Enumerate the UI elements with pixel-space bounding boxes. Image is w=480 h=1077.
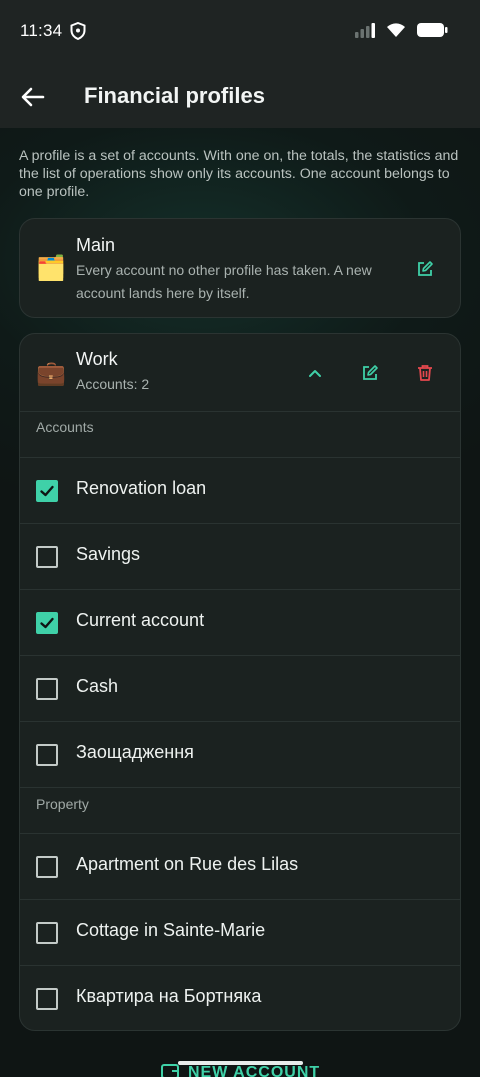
account-label: Renovation loan xyxy=(76,478,207,498)
folder-icon: 🗂️ xyxy=(36,255,66,282)
edit-icon[interactable] xyxy=(356,359,384,387)
trash-icon[interactable] xyxy=(411,359,439,387)
account-row[interactable]: Квартира на Бортняка xyxy=(20,965,460,1030)
profile-card-main[interactable]: 🗂️ Main Every account no other profile h… xyxy=(19,218,461,318)
account-label: Cottage in Sainte-Marie xyxy=(76,920,266,940)
chevron-up-icon[interactable] xyxy=(301,359,329,387)
home-indicator[interactable] xyxy=(178,1061,303,1065)
account-label: Current account xyxy=(76,610,205,630)
profile-account-count: Accounts: 2 xyxy=(76,376,150,392)
status-bar: 11:34 xyxy=(0,0,480,62)
screen: 11:34 Financial profiles A profile is a … xyxy=(0,0,480,1077)
edit-icon[interactable] xyxy=(411,255,439,283)
shield-icon xyxy=(70,21,86,41)
intro-text: A profile is a set of accounts. With one… xyxy=(19,148,459,200)
section-label-accounts: Accounts xyxy=(36,419,94,435)
battery-icon xyxy=(416,22,448,43)
app-bar: Financial profiles xyxy=(0,62,480,128)
account-row[interactable]: Cottage in Sainte-Marie xyxy=(20,899,460,965)
divider xyxy=(20,787,460,788)
page-title: Financial profiles xyxy=(84,83,265,108)
account-row[interactable]: Apartment on Rue des Lilas xyxy=(20,833,460,899)
account-row[interactable]: Renovation loan xyxy=(20,457,460,523)
account-label: Apartment on Rue des Lilas xyxy=(76,854,299,874)
profile-description: Every account no other profile has taken… xyxy=(76,262,372,301)
wifi-icon xyxy=(386,22,406,43)
account-row[interactable]: Cash xyxy=(20,655,460,721)
back-arrow-icon[interactable] xyxy=(18,82,48,112)
status-time: 11:34 xyxy=(20,21,63,40)
account-label: Квартира на Бортняка xyxy=(76,986,262,1006)
new-account-label: NEW ACCOUNT xyxy=(188,1064,321,1077)
profile-name: Work xyxy=(76,349,118,369)
divider xyxy=(20,411,460,412)
account-label: Savings xyxy=(76,544,141,564)
status-icons xyxy=(354,22,448,43)
profile-card-work: 💼 Work Accounts: 2 Accounts Renovation l… xyxy=(19,333,461,1031)
checkbox-unchecked[interactable] xyxy=(36,856,58,878)
section-label-property: Property xyxy=(36,796,89,812)
checkbox-checked[interactable] xyxy=(36,480,58,502)
checkbox-unchecked[interactable] xyxy=(36,988,58,1010)
briefcase-icon: 💼 xyxy=(36,360,66,387)
signal-icon xyxy=(354,22,376,43)
checkbox-unchecked[interactable] xyxy=(36,922,58,944)
profile-name: Main xyxy=(76,235,116,255)
account-row[interactable]: Current account xyxy=(20,589,460,655)
checkbox-unchecked[interactable] xyxy=(36,546,58,568)
account-label: Cash xyxy=(76,676,119,696)
account-label: Заощадження xyxy=(76,742,194,762)
wallet-icon xyxy=(160,1062,180,1077)
account-row[interactable]: Savings xyxy=(20,523,460,589)
checkbox-unchecked[interactable] xyxy=(36,744,58,766)
checkbox-checked[interactable] xyxy=(36,612,58,634)
account-row[interactable]: Заощадження xyxy=(20,721,460,787)
checkbox-unchecked[interactable] xyxy=(36,678,58,700)
